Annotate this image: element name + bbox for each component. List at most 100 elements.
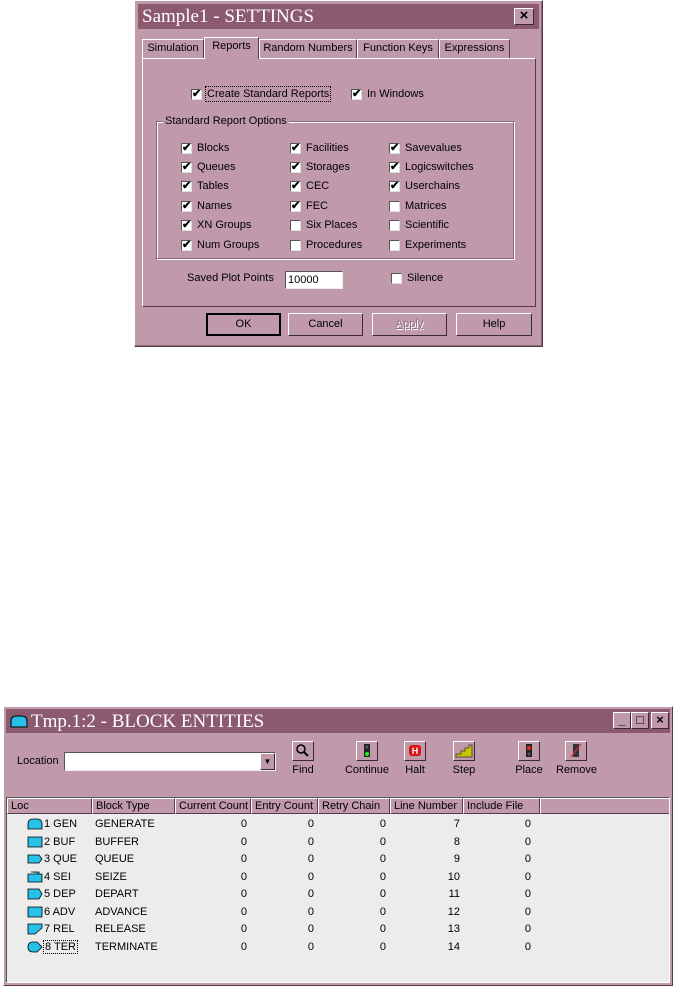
retry-chain-cell: 0	[379, 888, 386, 900]
step-button[interactable]: Step	[449, 741, 479, 776]
minimize-button[interactable]: _	[613, 712, 631, 729]
column-header-line-number[interactable]: Line Number	[390, 798, 463, 814]
dropdown-arrow-icon[interactable]: ▼	[260, 753, 275, 770]
entry-count-cell: 0	[307, 940, 314, 953]
experiments-label[interactable]: Experiments	[405, 239, 466, 251]
column-header-block-type[interactable]: Block Type	[92, 798, 175, 814]
generate-icon	[27, 818, 43, 830]
continue-label: Continue	[344, 764, 390, 776]
entry-count-cell: 0	[307, 923, 314, 935]
userchains-checkbox[interactable]: ✔	[389, 181, 400, 192]
continue-button[interactable]: Continue	[344, 741, 390, 776]
cec-checkbox[interactable]: ✔	[290, 181, 301, 192]
table-row[interactable]: 7 REL RELEASE 0 0 0 13 0	[7, 921, 669, 938]
procedures-label[interactable]: Procedures	[306, 239, 362, 251]
dialog-title-bar[interactable]: Sample1 - SETTINGS ×	[138, 4, 539, 29]
help-button[interactable]: Help	[456, 313, 532, 336]
traffic-light-red-icon	[526, 744, 532, 757]
scientific-label[interactable]: Scientific	[405, 219, 449, 231]
num-groups-checkbox[interactable]: ✔	[181, 240, 192, 251]
logicswitches-checkbox[interactable]: ✔	[389, 162, 400, 173]
num-groups-label[interactable]: Num Groups	[197, 239, 259, 251]
gpss-app-icon[interactable]	[9, 713, 29, 729]
experiments-checkbox[interactable]	[389, 240, 400, 251]
fec-label[interactable]: FEC	[306, 200, 328, 212]
window-title-bar[interactable]: Tmp.1:2 - BLOCK ENTITIES _ □ ×	[6, 709, 670, 733]
close-button[interactable]: ×	[514, 8, 534, 25]
userchains-label[interactable]: Userchains	[405, 180, 460, 192]
facilities-checkbox[interactable]: ✔	[290, 143, 301, 154]
table-row[interactable]: 2 BUF BUFFER 0 0 0 8 0	[7, 834, 669, 851]
remove-button[interactable]: Remove	[556, 741, 597, 776]
fec-checkbox[interactable]: ✔	[290, 201, 301, 212]
entry-count-cell: 0	[307, 853, 314, 865]
queues-label[interactable]: Queues	[197, 161, 236, 173]
six-places-label[interactable]: Six Places	[306, 219, 357, 231]
line-number-cell: 7	[453, 818, 460, 830]
in-windows-checkbox[interactable]: ✔	[351, 89, 362, 100]
table-row[interactable]: 8 TER TERMINATE 0 0 0 14 0	[7, 939, 669, 956]
column-header-retry-chain[interactable]: Retry Chain	[318, 798, 390, 814]
scientific-checkbox[interactable]	[389, 220, 400, 231]
place-button[interactable]: Place	[513, 741, 545, 776]
column-header-loc[interactable]: Loc	[7, 798, 92, 814]
logicswitches-label[interactable]: Logicswitches	[405, 161, 473, 173]
facilities-label[interactable]: Facilities	[306, 142, 349, 154]
column-header-entry-count[interactable]: Entry Count	[251, 798, 318, 814]
ok-button-label: OK	[235, 318, 252, 330]
silence-checkbox[interactable]	[391, 273, 402, 284]
create-standard-reports-checkbox[interactable]: ✔	[191, 89, 202, 100]
six-places-checkbox[interactable]	[290, 220, 301, 231]
ok-button[interactable]: OK	[206, 313, 281, 336]
find-button[interactable]: Find	[287, 741, 319, 776]
names-label[interactable]: Names	[197, 200, 232, 212]
saved-plot-points-input[interactable]: 10000	[285, 271, 343, 289]
include-file-cell: 0	[524, 835, 531, 848]
location-combobox[interactable]: ▼	[64, 752, 276, 771]
queues-checkbox[interactable]: ✔	[181, 162, 192, 173]
current-count-cell: 0	[240, 905, 247, 918]
table-row[interactable]: 3 QUE QUEUE 0 0 0 9 0	[7, 851, 669, 868]
xn-groups-checkbox[interactable]: ✔	[181, 220, 192, 231]
tables-checkbox[interactable]: ✔	[181, 181, 192, 192]
blocks-checkbox[interactable]: ✔	[181, 143, 192, 154]
table-row[interactable]: 6 ADV ADVANCE 0 0 0 12 0	[7, 904, 669, 921]
savevalues-label[interactable]: Savevalues	[405, 142, 462, 154]
window-close-button[interactable]: ×	[651, 712, 669, 729]
column-header-current-count[interactable]: Current Count	[175, 798, 251, 814]
tab-random-numbers[interactable]: Random Numbers	[259, 39, 357, 58]
close-icon: ×	[519, 7, 529, 24]
table-row[interactable]: 1 GEN GENERATE 0 0 0 7 0	[7, 816, 669, 833]
names-checkbox[interactable]: ✔	[181, 201, 192, 212]
apply-button[interactable]: Apply	[372, 313, 447, 336]
silence-label[interactable]: Silence	[407, 272, 443, 284]
column-header-include-file[interactable]: Include File	[463, 798, 540, 814]
tables-label[interactable]: Tables	[197, 180, 229, 192]
tab-expressions[interactable]: Expressions	[439, 39, 510, 58]
procedures-checkbox[interactable]	[290, 240, 301, 251]
tab-reports[interactable]: Reports	[204, 37, 259, 59]
matrices-checkbox[interactable]	[389, 201, 400, 212]
retry-chain-cell: 0	[379, 853, 386, 865]
table-row[interactable]: 5 DEP DEPART 0 0 0 11 0	[7, 886, 669, 903]
xn-groups-label[interactable]: XN Groups	[197, 219, 251, 231]
minimize-icon: _	[618, 712, 626, 727]
loc-cell: 4 SEI	[44, 870, 71, 883]
halt-button[interactable]: H Halt	[400, 741, 430, 776]
blocks-label[interactable]: Blocks	[197, 142, 229, 154]
line-number-cell: 12	[447, 905, 460, 918]
tab-simulation[interactable]: Simulation	[142, 39, 204, 58]
storages-checkbox[interactable]: ✔	[290, 162, 301, 173]
block-type-cell: GENERATE	[95, 818, 155, 830]
cec-label[interactable]: CEC	[306, 180, 329, 192]
cancel-button[interactable]: Cancel	[288, 313, 363, 336]
retry-chain-cell: 0	[379, 818, 386, 830]
maximize-button[interactable]: □	[631, 712, 649, 729]
savevalues-checkbox[interactable]: ✔	[389, 143, 400, 154]
create-standard-reports-label[interactable]: Create Standard Reports	[204, 86, 332, 102]
table-row[interactable]: 4 SEI SEIZE 0 0 0 10 0	[7, 869, 669, 886]
in-windows-label[interactable]: In Windows	[367, 88, 424, 100]
storages-label[interactable]: Storages	[306, 161, 350, 173]
tab-function-keys[interactable]: Function Keys	[357, 39, 439, 58]
matrices-label[interactable]: Matrices	[405, 200, 447, 212]
